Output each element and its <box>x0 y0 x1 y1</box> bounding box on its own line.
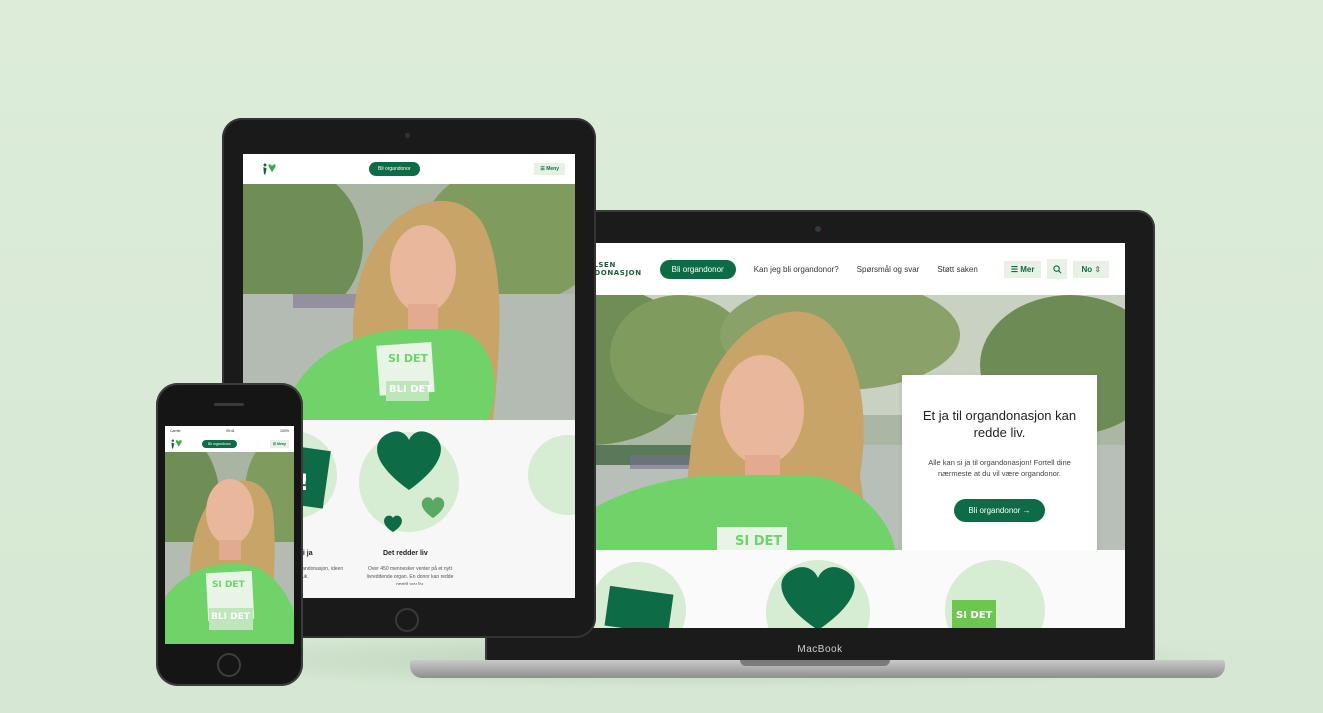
phone-menu-label: Meny <box>277 442 286 446</box>
phone-shirt-text-1: SI DET <box>212 580 245 590</box>
nav-link-support[interactable]: Støtt saken <box>937 265 977 274</box>
site-header: STIFTELSEN ORGANDONASJON Bli organdonor … <box>510 243 1125 295</box>
tablet-menu-label: Meny <box>546 166 559 172</box>
hero-text: Alle kan si ja til organdonasjon! Fortel… <box>928 458 1071 478</box>
tablet-col-mid-title: Det redder liv <box>383 550 428 557</box>
more-menu-label: Mer <box>1020 264 1035 274</box>
become-donor-button[interactable]: Bli organdonor <box>659 259 736 279</box>
tablet-become-donor-button[interactable]: Bli organdonor <box>369 162 420 176</box>
hero-title: Et ja til organdonasjon kan redde liv. <box>922 408 1077 440</box>
phone-become-donor-button[interactable]: Bli organdonor <box>202 440 237 448</box>
nav-link-can-i[interactable]: Kan jeg bli organdonor? <box>754 265 839 274</box>
feature-tile-graphics <box>590 560 1045 628</box>
tile-badge: SI DET <box>956 610 993 621</box>
phone-shirt-text-2: BLI DET <box>211 612 250 622</box>
hamburger-icon: ☰ <box>1010 264 1018 274</box>
laptop-brand-label: MacBook <box>797 644 843 655</box>
tablet-menu-button[interactable]: ☰ Meny <box>534 163 565 175</box>
tablet-header: Bli organdonor ☰ Meny <box>243 154 575 184</box>
tablet-col-mid-text: Over 450 mennesker venter på et nytt liv… <box>366 566 454 585</box>
feature-tiles: SI DET <box>510 550 1125 628</box>
status-time: 09:41 <box>225 429 235 433</box>
status-carrier: Carrier <box>170 429 181 433</box>
phone-logo-icon[interactable] <box>170 439 184 449</box>
scene: STIFTELSEN ORGANDONASJON Bli organdonor … <box>0 0 1323 713</box>
phone-hero-photo: SI DET BLI DET <box>165 452 294 644</box>
hero-section: SI DET Et ja til organdonasjon kan redde… <box>510 295 1125 550</box>
laptop-notch <box>740 660 890 666</box>
language-select[interactable]: No ⇕ <box>1073 260 1110 278</box>
tablet-camera <box>405 133 410 138</box>
tablet-shirt-text-1: SI DET <box>388 352 428 365</box>
search-icon <box>1053 264 1062 273</box>
nav-link-faq[interactable]: Spørsmål og svar <box>857 265 920 274</box>
phone-speaker <box>214 403 244 406</box>
laptop-screen: STIFTELSEN ORGANDONASJON Bli organdonor … <box>510 243 1125 628</box>
tablet-home-button[interactable] <box>395 608 419 632</box>
language-value: No <box>1081 264 1093 274</box>
more-menu-button[interactable]: ☰ Mer <box>1003 260 1042 278</box>
svg-text:SI DET: SI DET <box>735 534 782 549</box>
hero-cta-button[interactable]: Bli organdonor → <box>954 499 1045 522</box>
phone-menu-button[interactable]: ☰ Meny <box>269 440 289 448</box>
tablet-shirt-text-2: BLI DET <box>389 384 433 395</box>
chevron-updown-icon: ⇕ <box>1094 264 1102 274</box>
phone-header: Bli organdonor ☰ Meny <box>165 436 294 452</box>
search-button[interactable] <box>1047 259 1068 279</box>
laptop-camera <box>815 226 821 232</box>
phone-screen: Carrier 09:41 100% Bli organdonor ☰ Meny <box>165 426 294 644</box>
phone-status-bar: Carrier 09:41 100% <box>165 426 294 436</box>
tablet-logo-icon[interactable] <box>261 163 279 175</box>
phone-home-button[interactable] <box>217 653 241 677</box>
tablet-hero-photo: SI DET BLI DET <box>243 184 575 420</box>
phone-device: Carrier 09:41 100% Bli organdonor ☰ Meny <box>156 383 303 686</box>
status-battery: 100% <box>280 429 289 433</box>
hero-card: Et ja til organdonasjon kan redde liv. A… <box>902 375 1097 550</box>
